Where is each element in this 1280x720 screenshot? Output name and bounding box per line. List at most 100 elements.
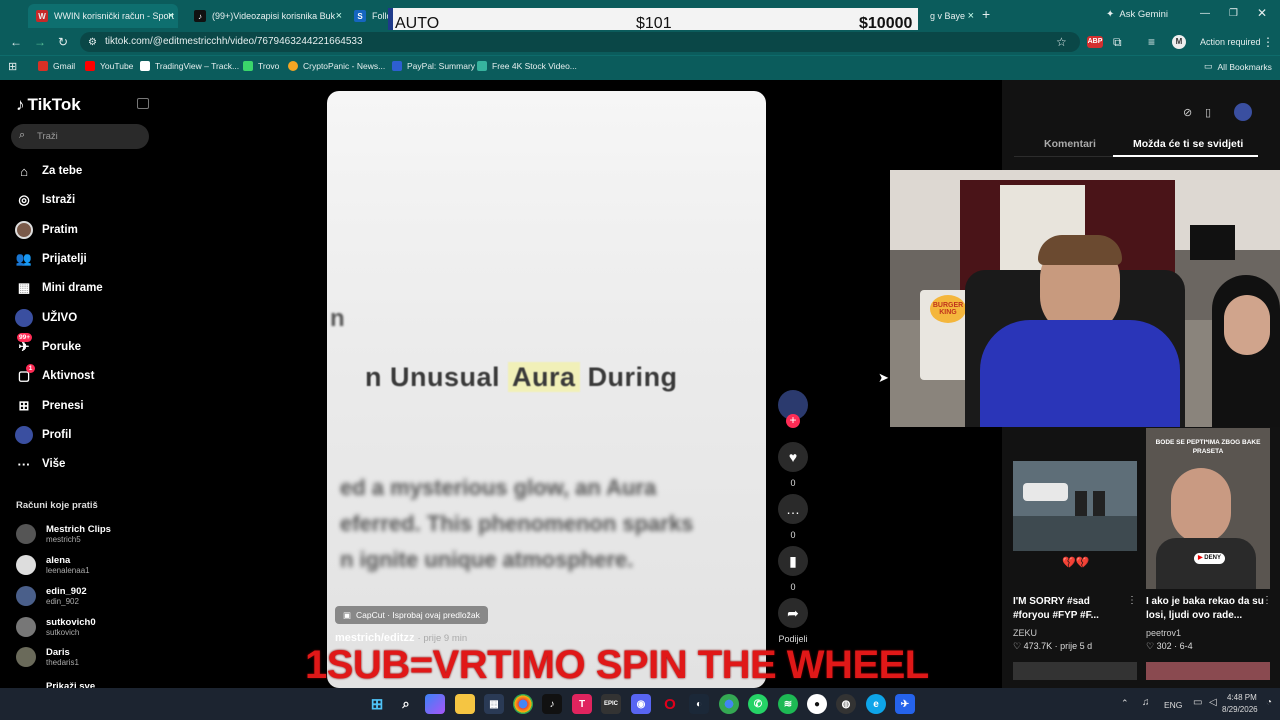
- copilot-icon[interactable]: [425, 694, 445, 714]
- nav-aktivnost[interactable]: ▢ 1 Aktivnost: [15, 364, 94, 386]
- following-account[interactable]: Daris thedaris1: [16, 644, 79, 670]
- app-icon[interactable]: ✈: [895, 694, 915, 714]
- bookmark-cryptopanic[interactable]: CryptoPanic - News...: [288, 61, 385, 71]
- search-input[interactable]: ⌕ Traži: [11, 124, 149, 149]
- card-title[interactable]: I ako je baka rekao da su losi, ljudi ov…: [1146, 595, 1264, 623]
- bookmark-youtube[interactable]: YouTube: [85, 61, 133, 71]
- comment-button[interactable]: … 0: [777, 494, 809, 540]
- all-bookmarks[interactable]: ▭ All Bookmarks: [1204, 61, 1272, 72]
- whatsapp-icon[interactable]: ✆: [748, 694, 768, 714]
- apps-grid-icon[interactable]: ⊞: [8, 61, 17, 73]
- tab-follow[interactable]: S Follow: [346, 4, 390, 28]
- tab-komentari[interactable]: Komentari: [1044, 138, 1096, 150]
- following-account[interactable]: sutkovich0 sutkovich: [16, 614, 96, 640]
- video-thumbnail[interactable]: BODE SE PEPTI*IMA ZBOG BAKE PRASETA ▶ DE…: [1146, 428, 1270, 589]
- tab-bayern[interactable]: g v Baye ×: [918, 4, 978, 28]
- bookmark-tradingview[interactable]: TradingView – Track...: [140, 61, 239, 71]
- edge-icon[interactable]: e: [866, 694, 886, 714]
- more-options-icon[interactable]: ⋮: [1262, 595, 1272, 606]
- chrome-active-icon[interactable]: [719, 694, 739, 714]
- nav-poruke[interactable]: ✈ 99+ Poruke: [15, 333, 81, 357]
- nav-prenesi[interactable]: ⊞ Prenesi: [15, 396, 84, 416]
- following-account[interactable]: edin_902 edin_902: [16, 583, 87, 609]
- opera-icon[interactable]: O: [660, 694, 680, 714]
- save-button[interactable]: ▮ 0: [777, 546, 809, 592]
- spotify-icon[interactable]: ≋: [778, 694, 798, 714]
- share-button[interactable]: ➦ Podijeli: [773, 598, 813, 644]
- show-more-link[interactable]: Prikaži sve: [46, 681, 95, 688]
- url-text[interactable]: tiktok.com/@editmestricchh/video/7679463…: [105, 36, 363, 47]
- more-options-icon[interactable]: ⋮: [1127, 595, 1137, 606]
- creator-avatar-button[interactable]: +: [777, 390, 809, 428]
- chrome-icon[interactable]: [513, 694, 533, 714]
- card-title[interactable]: I'M SORRY #sad #foryou #FYP #F...: [1013, 595, 1128, 623]
- clock-date[interactable]: 8/29/2026: [1222, 705, 1258, 714]
- app-icon[interactable]: T: [572, 694, 592, 714]
- forward-icon[interactable]: →: [34, 36, 46, 48]
- volume-icon[interactable]: ◁: [1209, 697, 1217, 708]
- bookmark-star-icon[interactable]: ☆: [1056, 36, 1067, 48]
- maximize-icon[interactable]: ❐: [1229, 8, 1238, 20]
- notifications-icon[interactable]: ◔: [1266, 697, 1272, 708]
- tab-wwin[interactable]: W WWIN korisnički račun - Sport ×: [28, 4, 178, 28]
- action-required-button[interactable]: Action required: [1200, 37, 1261, 47]
- profile-avatar-icon[interactable]: M: [1172, 35, 1186, 49]
- nav-istrazi[interactable]: ◎ Istraži: [15, 190, 75, 210]
- bookmark-stock-video[interactable]: Free 4K Stock Video...: [477, 61, 577, 71]
- chevron-up-icon[interactable]: ⌃: [1121, 698, 1129, 709]
- file-explorer-icon[interactable]: [455, 694, 475, 714]
- device-icon[interactable]: ▯: [1205, 106, 1211, 119]
- following-account[interactable]: Mestrich Clips mestrich5: [16, 521, 111, 547]
- epic-games-icon[interactable]: EPIC: [601, 694, 621, 714]
- obs-icon[interactable]: ●: [807, 694, 827, 714]
- bookmark-gmail[interactable]: Gmail: [38, 61, 75, 71]
- site-info-icon[interactable]: ⚙: [88, 37, 97, 49]
- close-icon[interactable]: ×: [336, 10, 342, 22]
- tiktok-logo[interactable]: ♪ TikTok: [16, 95, 81, 115]
- microphone-icon[interactable]: ♫: [1142, 697, 1150, 708]
- video-thumbnail[interactable]: [1146, 662, 1270, 680]
- reload-icon[interactable]: ↻: [58, 36, 68, 48]
- new-tab-button[interactable]: +: [982, 7, 990, 21]
- capcut-template-link[interactable]: ▣ CapCut · Isprobaj ovaj predložak: [335, 606, 488, 624]
- nav-vise[interactable]: ··· Više: [15, 454, 66, 474]
- nav-mini-drame[interactable]: ▦ Mini drame: [15, 278, 103, 298]
- nav-pratim[interactable]: Pratim: [15, 220, 78, 240]
- nav-za-tebe[interactable]: ⌂ Za tebe: [15, 161, 82, 181]
- ask-gemini-button[interactable]: ✦ Ask Gemini: [1106, 6, 1168, 22]
- tab-search-icon[interactable]: ≡: [1148, 36, 1155, 48]
- tab-mozda-ce-ti-se-svidjeti[interactable]: Možda će ti se svidjeti: [1133, 138, 1243, 150]
- card-author[interactable]: peetrov1: [1146, 628, 1181, 638]
- steam-icon[interactable]: ◐: [689, 694, 709, 714]
- following-account[interactable]: alena leenalenaa1: [16, 552, 90, 578]
- user-avatar[interactable]: [1234, 103, 1252, 121]
- store-icon[interactable]: ▦: [484, 694, 504, 714]
- video-thumbnail[interactable]: [1013, 662, 1137, 680]
- window-close-icon[interactable]: ✕: [1257, 7, 1267, 19]
- discord-icon[interactable]: ◉: [631, 694, 651, 714]
- menu-icon[interactable]: ⋮: [1262, 36, 1274, 48]
- tab-tiktok[interactable]: ♪ (99+)Videozapisi korisnika Buk ×: [186, 4, 346, 28]
- windows-start-icon[interactable]: ⊞: [367, 694, 387, 714]
- network-icon[interactable]: ▭: [1193, 697, 1202, 708]
- nav-uzivo[interactable]: UŽIVO: [15, 308, 77, 328]
- back-icon[interactable]: ←: [10, 36, 22, 48]
- close-icon[interactable]: ×: [968, 10, 974, 22]
- bookmark-trovo[interactable]: Trovo: [243, 61, 279, 71]
- language-indicator[interactable]: ENG: [1164, 700, 1182, 710]
- search-icon[interactable]: ⌕: [396, 694, 416, 714]
- nav-profil[interactable]: Profil: [15, 425, 71, 445]
- adblock-icon[interactable]: ABP: [1087, 36, 1103, 48]
- nav-prijatelji[interactable]: 👥 Prijatelji: [15, 249, 87, 269]
- clock-time[interactable]: 4:48 PM: [1227, 693, 1257, 702]
- bookmark-paypal[interactable]: PayPal: Summary: [392, 61, 475, 71]
- close-icon[interactable]: ×: [168, 10, 174, 22]
- minimize-icon[interactable]: —: [1200, 8, 1210, 20]
- extensions-icon[interactable]: ⧉: [1113, 36, 1122, 48]
- like-button[interactable]: ♥ 0: [777, 442, 809, 488]
- follow-plus-icon[interactable]: +: [786, 414, 800, 428]
- compass-icon[interactable]: ⊘: [1183, 106, 1192, 119]
- card-author[interactable]: ZEKU: [1013, 628, 1037, 638]
- app-icon[interactable]: ◍: [836, 694, 856, 714]
- collapse-sidebar-icon[interactable]: [137, 98, 149, 109]
